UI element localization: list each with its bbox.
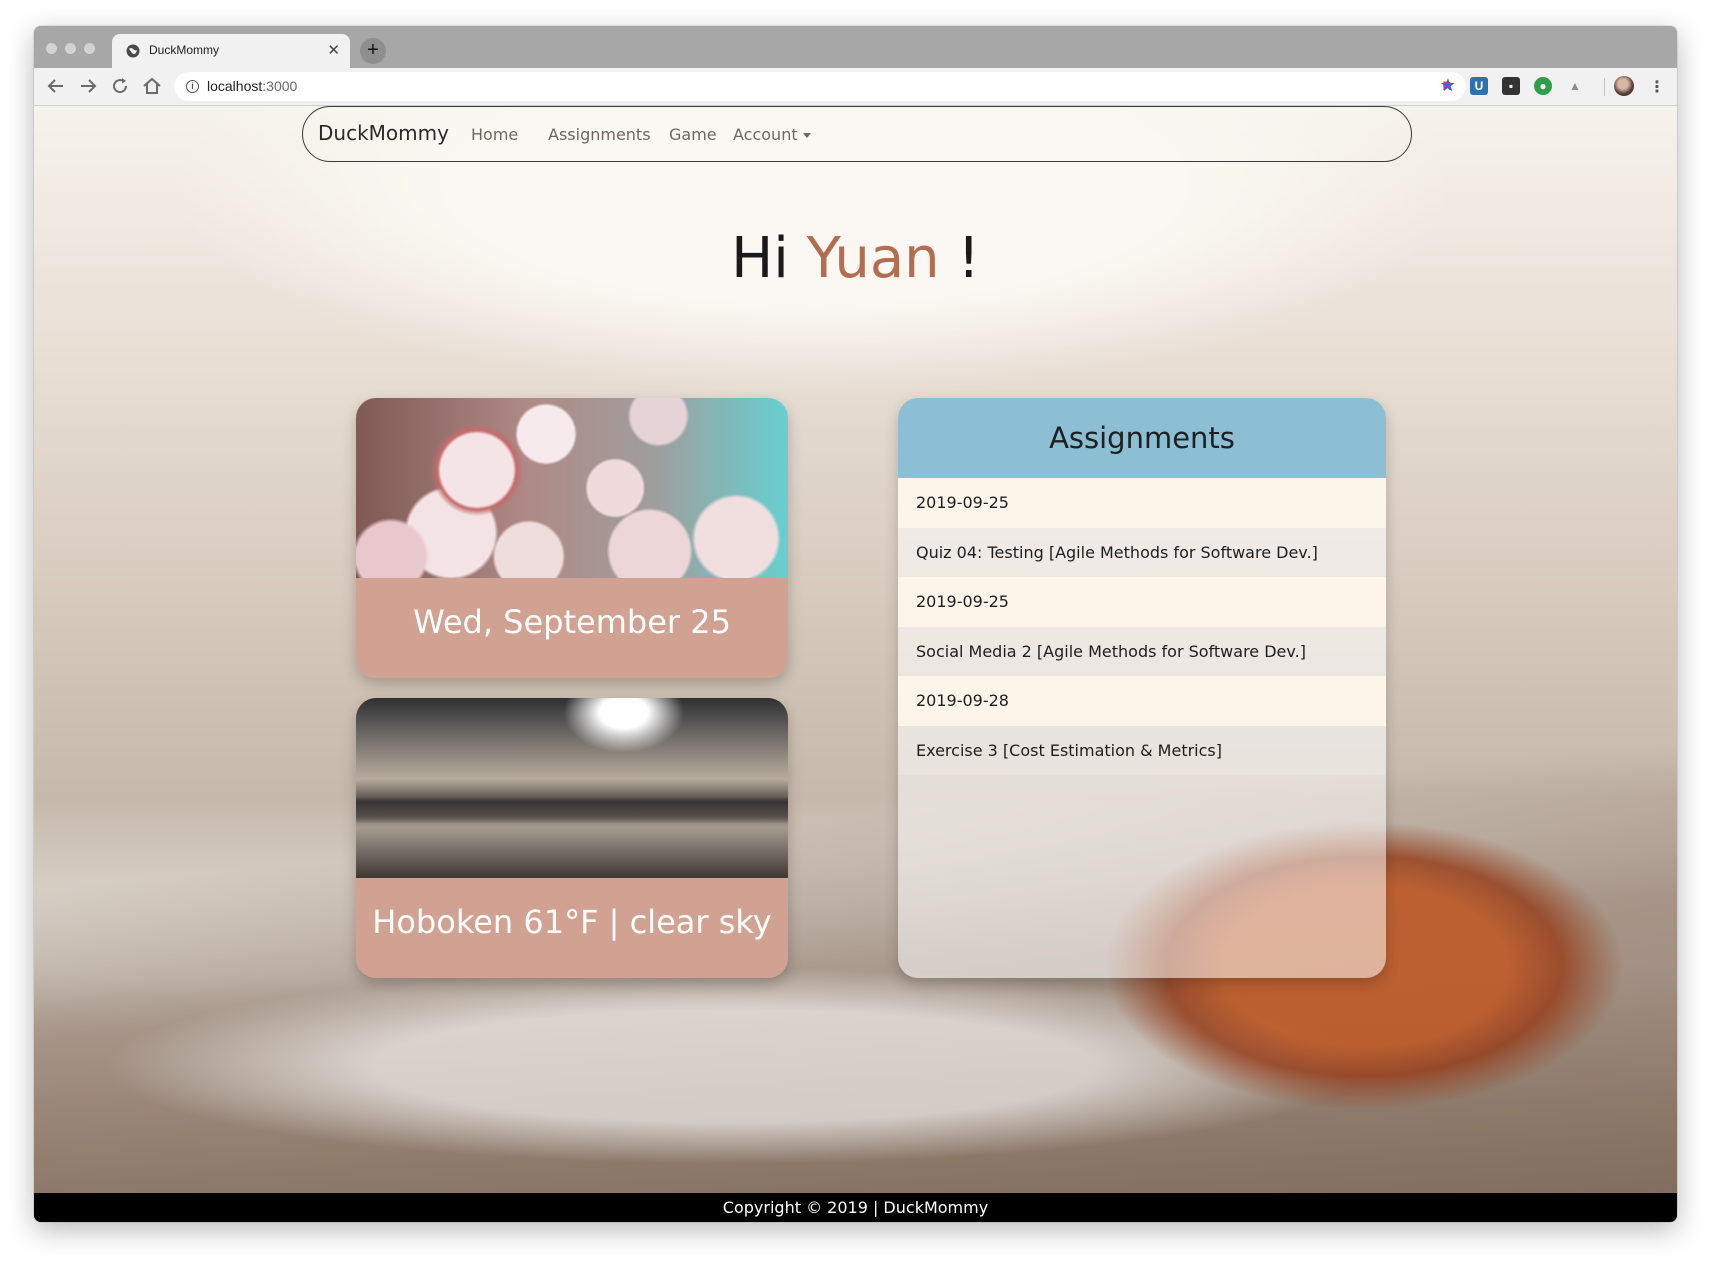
close-icon[interactable]: ✕ (327, 41, 340, 59)
page-footer: Copyright © 2019 | DuckMommy (34, 1193, 1677, 1222)
sky-landscape-image (356, 698, 788, 878)
assignments-title: Assignments (898, 398, 1386, 478)
weather-card: Hoboken 61°F | clear sky (356, 698, 788, 978)
assignment-name[interactable]: Exercise 3 [Cost Estimation & Metrics] (898, 725, 1386, 775)
assignment-due-date: 2019-09-25 (898, 478, 1386, 528)
web-page: DuckMommy Home Assignments Game Account … (34, 106, 1677, 1222)
tab-title: DuckMommy (149, 43, 220, 57)
r-extension-icon[interactable]: R (1438, 77, 1456, 95)
back-arrow-icon[interactable] (44, 74, 68, 98)
tab-strip: DuckMommy ✕ + (34, 26, 1677, 68)
avatar[interactable] (1614, 76, 1634, 96)
home-icon[interactable] (140, 74, 164, 98)
date-text: Wed, September 25 (356, 578, 788, 678)
kebab-menu-icon[interactable]: ⋮ (1649, 74, 1665, 100)
nav-link-assignments[interactable]: Assignments (548, 125, 651, 144)
url-text[interactable]: localhost:3000 (207, 78, 297, 94)
globe-icon (126, 44, 140, 58)
shield-extension-icon[interactable]: U (1470, 77, 1488, 95)
drive-extension-icon[interactable]: ▲ (1566, 77, 1584, 95)
window-close-dot[interactable] (46, 43, 57, 54)
info-icon[interactable]: i (186, 80, 199, 93)
reload-icon[interactable] (108, 74, 132, 98)
weather-text: Hoboken 61°F | clear sky (356, 878, 788, 978)
user-name: Yuan (806, 226, 940, 291)
assignment-due-date: 2019-09-25 (898, 577, 1386, 627)
new-tab-button[interactable]: + (360, 38, 386, 64)
nav-link-home[interactable]: Home (471, 125, 518, 144)
account-dropdown[interactable]: Account (733, 125, 811, 144)
date-card: Wed, September 25 (356, 398, 788, 678)
nav-link-game[interactable]: Game (669, 125, 717, 144)
account-label: Account (733, 125, 798, 144)
assignment-due-date: 2019-09-28 (898, 676, 1386, 726)
window-minimize-dot[interactable] (65, 43, 76, 54)
assignments-panel: Assignments 2019-09-25 Quiz 04: Testing … (898, 398, 1386, 978)
site-navbar: DuckMommy Home Assignments Game Account (302, 106, 1412, 162)
window-zoom-dot[interactable] (84, 43, 95, 54)
browser-window: DuckMommy ✕ + i localhost:3000 ★ R U ▪ ●… (34, 26, 1677, 1222)
address-bar[interactable]: i localhost:3000 ★ (174, 72, 1466, 101)
browser-toolbar: i localhost:3000 ★ R U ▪ ● ▲ ⋮ (34, 68, 1677, 106)
assignment-name[interactable]: Social Media 2 [Agile Methods for Softwa… (898, 626, 1386, 676)
greeting-heading: Hi Yuan ! (731, 226, 980, 291)
chevron-down-icon (802, 133, 811, 138)
dark-extension-icon[interactable]: ▪ (1502, 77, 1520, 95)
toolbar-divider (1604, 78, 1605, 96)
browser-tab[interactable]: DuckMommy ✕ (112, 34, 350, 68)
forward-arrow-icon[interactable] (76, 74, 100, 98)
cherry-blossom-image (356, 398, 788, 578)
green-extension-icon[interactable]: ● (1534, 77, 1552, 95)
brand-logo[interactable]: DuckMommy (318, 121, 449, 145)
assignment-name[interactable]: Quiz 04: Testing [Agile Methods for Soft… (898, 527, 1386, 577)
